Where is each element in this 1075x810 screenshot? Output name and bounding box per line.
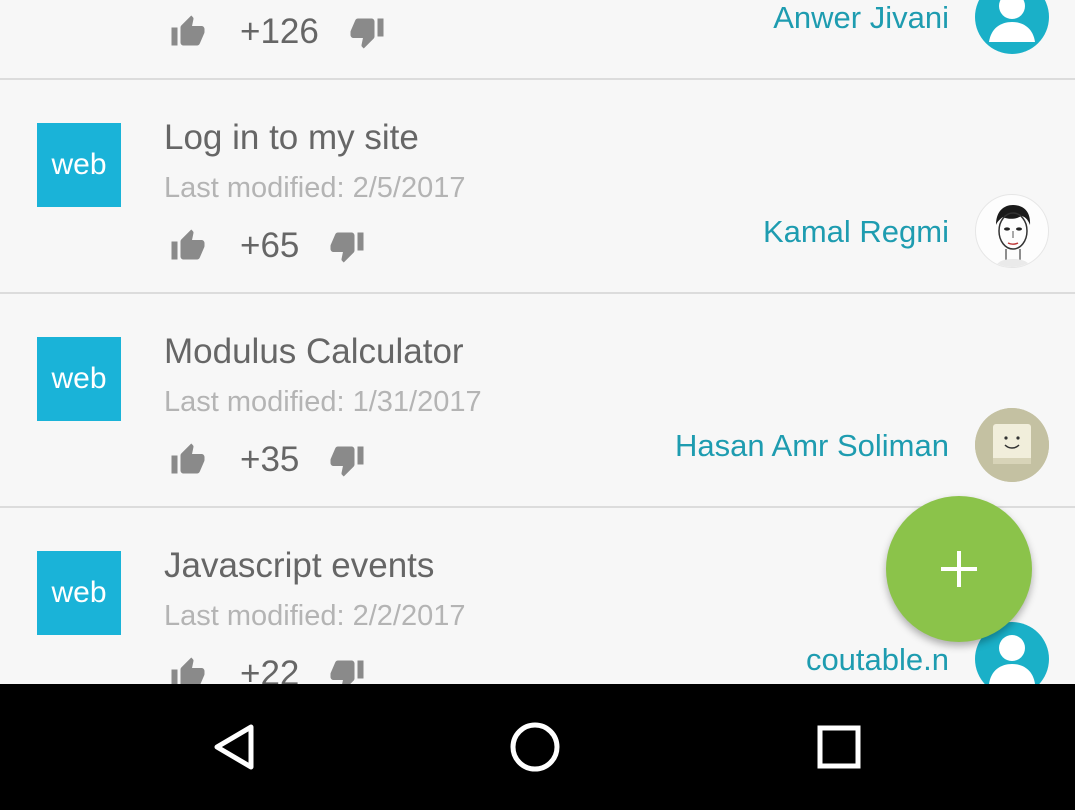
vote-bar: +22 [166, 654, 369, 684]
category-badge: web [37, 337, 121, 421]
system-navigation-bar [0, 684, 1075, 810]
item-title: Javascript events [164, 546, 435, 585]
item-modified-date: Last modified: 1/31/2017 [164, 386, 482, 418]
home-icon [510, 722, 560, 772]
category-badge: web [37, 123, 121, 207]
code-list: +126 Anwer Jivani web Log in to my site … [0, 0, 1075, 684]
thumbs-down-icon[interactable] [325, 226, 369, 266]
vote-bar: +65 [166, 226, 369, 266]
back-icon [214, 724, 254, 770]
home-button[interactable] [500, 714, 570, 780]
vote-count: +22 [240, 654, 300, 684]
list-item[interactable]: web Modulus Calculator Last modified: 1/… [0, 294, 1075, 507]
sketch-face-avatar-icon[interactable] [975, 194, 1049, 268]
item-title: Modulus Calculator [164, 332, 464, 371]
smiley-box-avatar-icon[interactable] [975, 408, 1049, 482]
back-button[interactable] [198, 714, 268, 780]
default-user-icon[interactable] [975, 0, 1049, 54]
vote-bar: +126 [166, 12, 389, 52]
item-modified-date: Last modified: 2/2/2017 [164, 600, 466, 632]
vote-count: +65 [240, 226, 300, 265]
author-name[interactable]: Hasan Amr Soliman [675, 428, 949, 464]
thumbs-down-icon[interactable] [325, 440, 369, 480]
thumbs-up-icon[interactable] [166, 654, 210, 684]
vote-bar: +35 [166, 440, 369, 480]
recents-icon [817, 725, 861, 769]
vote-count: +126 [240, 12, 319, 51]
thumbs-up-icon[interactable] [166, 226, 210, 266]
category-badge: web [37, 551, 121, 635]
author-name[interactable]: coutable.n [806, 642, 949, 678]
vote-count: +35 [240, 440, 300, 479]
recents-button[interactable] [804, 714, 874, 780]
thumbs-up-icon[interactable] [166, 440, 210, 480]
add-code-fab[interactable] [886, 496, 1032, 642]
thumbs-down-icon[interactable] [345, 12, 389, 52]
author-name[interactable]: Anwer Jivani [773, 0, 949, 36]
list-item[interactable]: web Log in to my site Last modified: 2/5… [0, 80, 1075, 293]
author-name[interactable]: Kamal Regmi [763, 214, 949, 250]
item-modified-date: Last modified: 2/5/2017 [164, 172, 466, 204]
plus-icon [941, 551, 977, 587]
thumbs-up-icon[interactable] [166, 12, 210, 52]
item-title: Log in to my site [164, 118, 419, 157]
thumbs-down-icon[interactable] [325, 654, 369, 684]
list-item[interactable]: +126 Anwer Jivani [0, 0, 1075, 79]
